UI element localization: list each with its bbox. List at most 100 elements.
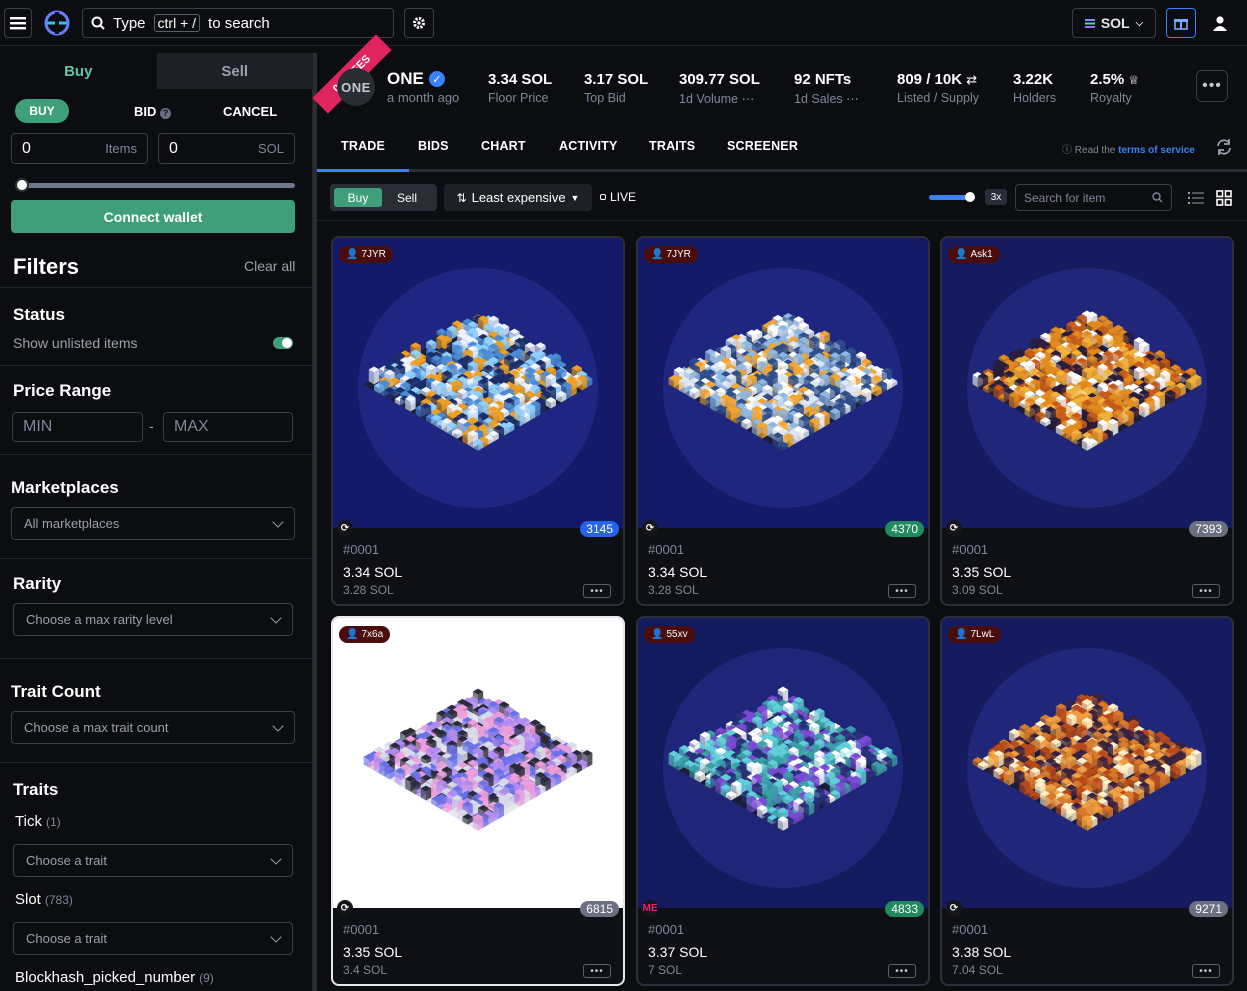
- user-icon: 👤: [346, 629, 359, 640]
- verified-check-icon: ✓: [428, 71, 445, 87]
- owner-badge[interactable]: 👤 7JYR: [339, 246, 393, 263]
- trait-select-tick[interactable]: Choose a trait: [13, 844, 293, 877]
- sort-select[interactable]: ⇅ Least expensive ▼: [444, 184, 592, 211]
- item-search-input[interactable]: Search for item: [1015, 184, 1172, 211]
- user-icon: 👤: [955, 629, 968, 640]
- collection-name: ONE: [387, 69, 424, 88]
- list-view-icon[interactable]: [1183, 184, 1208, 211]
- nft-last-price: 3.28 SOL: [648, 583, 699, 597]
- card-more-button[interactable]: •••: [888, 584, 916, 598]
- gift-icon[interactable]: [1166, 8, 1196, 38]
- tab-buy[interactable]: Buy: [0, 53, 157, 89]
- card-more-button[interactable]: •••: [583, 584, 611, 598]
- nft-card[interactable]: 👤 Ask1 ⟳ 7393 #0001 3.35 SOL 3.09 SOL •••: [940, 236, 1234, 606]
- connect-wallet-button[interactable]: Connect wallet: [11, 200, 295, 233]
- collection-name-row[interactable]: ONE ✓: [387, 69, 445, 89]
- nft-price: 3.35 SOL: [343, 944, 403, 960]
- tab-trade[interactable]: TRADE: [316, 139, 410, 172]
- marketplaces-value: All marketplaces: [24, 516, 120, 531]
- menu-icon[interactable]: [4, 8, 32, 38]
- owner-badge[interactable]: 👤 Ask1: [948, 246, 1000, 263]
- nft-card[interactable]: 👤 7JYR ⟳ 3145 #0001 3.34 SOL 3.28 SOL •••: [331, 236, 625, 606]
- currency-select[interactable]: SOL ⌵: [1072, 8, 1156, 38]
- nft-card[interactable]: 👤 55xv ME 4833 #0001 3.37 SOL 7 SOL •••: [636, 616, 930, 986]
- refresh-icon: ⇄: [966, 72, 978, 87]
- mode-buy-button[interactable]: BUY: [15, 99, 69, 123]
- nft-artwork[interactable]: [333, 618, 623, 908]
- tensor-icon: ⟳: [337, 520, 353, 536]
- nft-artwork[interactable]: [942, 238, 1232, 528]
- search-prefix: Type: [113, 14, 146, 32]
- sol-amount-input[interactable]: 0 SOL: [158, 133, 295, 164]
- card-more-button[interactable]: •••: [1192, 584, 1220, 598]
- sol-amount-value: 0: [169, 139, 178, 157]
- logo-icon[interactable]: [42, 8, 72, 38]
- terms-link[interactable]: terms of service: [1118, 145, 1195, 156]
- card-more-button[interactable]: •••: [583, 964, 611, 978]
- tab-sell[interactable]: Sell: [156, 53, 313, 89]
- nft-artwork[interactable]: [638, 238, 928, 528]
- mode-bid-button[interactable]: BID ?: [134, 104, 172, 119]
- buy-sell-toggle: Buy Sell: [330, 184, 437, 211]
- rarity-select[interactable]: Choose a max rarity level: [13, 603, 293, 636]
- nft-card[interactable]: 👤 7JYR ⟳ 4370 #0001 3.34 SOL 3.28 SOL •••: [636, 236, 930, 606]
- items-count-input[interactable]: 0 Items: [11, 133, 148, 164]
- quantity-slider-track[interactable]: [20, 183, 295, 188]
- stat-label: Royalty: [1090, 91, 1132, 105]
- collection-created: a month ago: [387, 90, 460, 105]
- settings-gear-icon[interactable]: [404, 8, 434, 38]
- owner-badge[interactable]: 👤 7LwL: [948, 626, 1002, 643]
- nft-card[interactable]: 👤 7x6a ⟳ 6815 #0001 3.35 SOL 3.4 SOL •••: [331, 616, 625, 986]
- tab-screener[interactable]: SCREENER: [727, 139, 798, 153]
- nft-price: 3.38 SOL: [952, 944, 1012, 960]
- more-options-button[interactable]: •••: [1196, 70, 1228, 102]
- owner-badge[interactable]: 👤 55xv: [644, 626, 695, 643]
- refresh-icon[interactable]: [1214, 137, 1234, 157]
- stat-label: 1d Volume: [679, 92, 739, 106]
- price-min-input[interactable]: MIN: [12, 412, 143, 442]
- tab-activity[interactable]: ACTIVITY: [559, 139, 618, 153]
- user-icon[interactable]: [1208, 10, 1232, 36]
- show-unlisted-toggle[interactable]: [273, 337, 293, 349]
- card-more-button[interactable]: •••: [888, 964, 916, 978]
- owner-badge[interactable]: 👤 7x6a: [339, 626, 391, 643]
- card-more-button[interactable]: •••: [1192, 964, 1220, 978]
- nft-last-price: 7.04 SOL: [952, 963, 1003, 977]
- trait-select-slot[interactable]: Choose a trait: [13, 922, 293, 955]
- nft-artwork[interactable]: [333, 238, 623, 528]
- nft-artwork[interactable]: [942, 618, 1232, 908]
- stat-value: 92 NFTs: [794, 71, 852, 88]
- owner-badge[interactable]: 👤 7JYR: [644, 246, 698, 263]
- rarity-rank-badge: 9271: [1189, 901, 1228, 917]
- owner-label: 55xv: [666, 629, 688, 640]
- global-search[interactable]: Type ctrl + / to search: [82, 8, 394, 38]
- stat-floor-price: 3.34 SOL Floor Price: [488, 71, 552, 105]
- grid-view-icon[interactable]: [1211, 184, 1236, 211]
- search-shortcut: ctrl + /: [153, 14, 201, 32]
- owner-label: 7LwL: [970, 629, 995, 640]
- nft-id: #0001: [648, 922, 685, 937]
- toggle-buy[interactable]: Buy: [334, 188, 382, 207]
- tab-traits[interactable]: TRAITS: [649, 139, 695, 153]
- quantity-slider-handle[interactable]: [15, 178, 29, 192]
- stat-label: Floor Price: [488, 91, 549, 105]
- tab-bids[interactable]: BIDS: [418, 139, 449, 153]
- mode-cancel-button[interactable]: CANCEL: [223, 104, 277, 119]
- chevron-down-icon: [270, 611, 282, 624]
- rarity-title: Rarity: [13, 574, 62, 593]
- trait-count-select[interactable]: Choose a max trait count: [11, 711, 295, 744]
- more-dots-icon[interactable]: ⋯: [846, 92, 859, 106]
- caret-down-icon: ▼: [570, 192, 580, 203]
- search-suffix: to search: [208, 14, 270, 32]
- marketplaces-select[interactable]: All marketplaces: [11, 507, 295, 540]
- price-max-input[interactable]: MAX: [163, 412, 293, 442]
- clear-all-link[interactable]: Clear all: [244, 258, 295, 274]
- nft-artwork[interactable]: [638, 618, 928, 908]
- toggle-sell[interactable]: Sell: [382, 191, 432, 205]
- more-dots-icon[interactable]: ⋯: [742, 92, 755, 106]
- rarity-rank-badge: 4370: [885, 521, 924, 537]
- nft-card[interactable]: 👤 7LwL ⟳ 9271 #0001 3.38 SOL 7.04 SOL •••: [940, 616, 1234, 986]
- zoom-slider-handle[interactable]: [965, 192, 975, 202]
- trait-select-value: Choose a trait: [26, 931, 107, 946]
- tab-chart[interactable]: CHART: [481, 139, 526, 153]
